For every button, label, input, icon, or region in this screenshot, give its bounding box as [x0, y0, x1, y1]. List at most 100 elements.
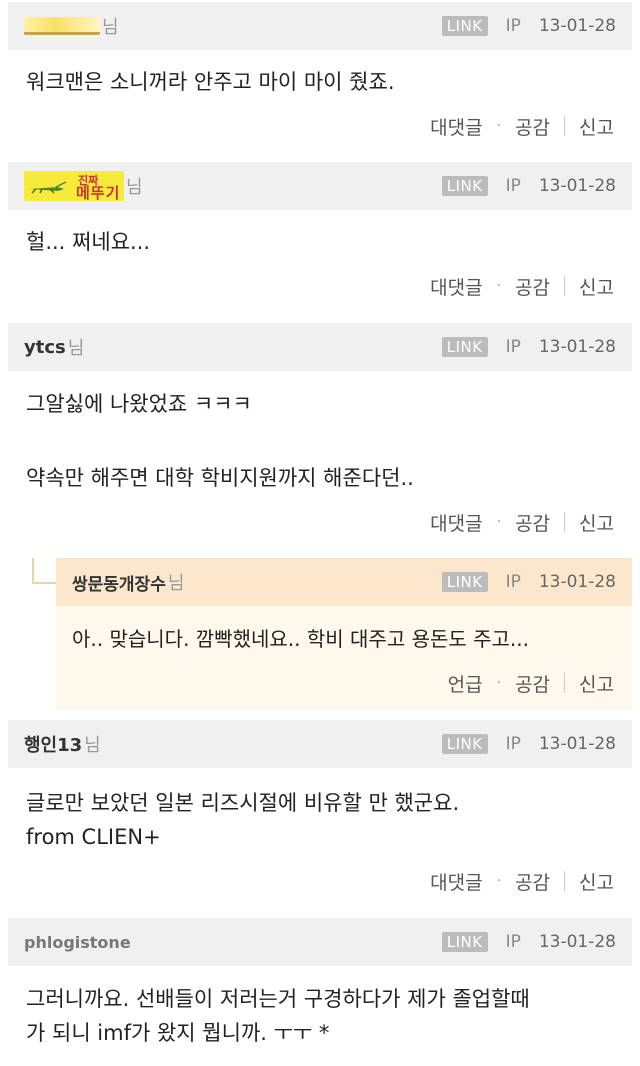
ip-label: IP: [505, 337, 521, 357]
comment-actions: 대댓글 · 공감 신고: [430, 271, 614, 301]
reply-body: 아.. 맞습니다. 깜빡했네요.. 학비 대주고 용돈도 주고...: [72, 622, 529, 656]
comment-meta: LINK IP 13-01-28: [441, 734, 616, 754]
ip-label: IP: [505, 16, 521, 36]
report-button[interactable]: 신고: [579, 670, 614, 697]
nickname-image[interactable]: [24, 17, 100, 35]
comment-header: 님 LINK IP 13-01-28: [8, 2, 632, 50]
comment-body: 글로만 보았던 일본 리즈시절에 비유할 만 했군요. from CLIEN+: [26, 786, 459, 854]
author[interactable]: 진짜 메뚜기 님: [24, 171, 143, 201]
comment-line: 글로만 보았던 일본 리즈시절에 비유할 만 했군요.: [26, 791, 460, 815]
author-suffix: 님: [67, 338, 85, 359]
report-button[interactable]: 신고: [579, 273, 614, 300]
grasshopper-icon: [30, 181, 67, 194]
comment-line: 그러니까요. 선배들이 저러는거 구경하다가 제가 졸업할때: [26, 987, 530, 1011]
like-button[interactable]: 공감: [515, 509, 550, 536]
dot-separator: ·: [496, 675, 502, 691]
link-badge[interactable]: LINK: [441, 176, 488, 196]
comment-meta: LINK IP 13-01-28: [441, 16, 616, 36]
nickname-text-bottom: 메뚜기: [76, 184, 121, 201]
comment-date: 13-01-28: [538, 572, 616, 592]
comment-line: 헐... 쩌네요...: [26, 230, 151, 254]
author[interactable]: phlogistone: [24, 933, 131, 952]
reply-button[interactable]: 대댓글: [430, 113, 482, 140]
author-name[interactable]: phlogistone: [24, 933, 131, 952]
author-suffix: 님: [84, 735, 101, 756]
comment-date: 13-01-28: [538, 932, 616, 952]
comment-line: 아.. 맞습니다. 깜빡했네요.. 학비 대주고 용돈도 주고...: [72, 627, 530, 651]
comment-line: 그알싫에 나왔었죠 ㅋㅋㅋ: [26, 392, 252, 416]
reply-button[interactable]: 대댓글: [430, 273, 482, 300]
author-suffix: 님: [126, 177, 143, 198]
comment-body: 워크맨은 소니꺼라 안주고 마이 마이 줬죠.: [26, 65, 395, 99]
mention-button[interactable]: 언급: [448, 670, 483, 697]
comment: ytcs 님 LINK IP 13-01-28 그알싫에 나왔었죠 ㅋㅋㅋ 약속…: [8, 323, 632, 548]
comment-meta: LINK IP 13-01-28: [441, 932, 616, 952]
comment-date: 13-01-28: [538, 337, 616, 357]
dot-separator: ·: [496, 118, 502, 134]
reply-button[interactable]: 대댓글: [430, 509, 482, 536]
comment-meta: LINK IP 13-01-28: [441, 337, 616, 357]
comment-actions: 대댓글 · 공감 신고: [430, 507, 614, 537]
link-badge[interactable]: LINK: [441, 16, 488, 36]
author[interactable]: ytcs 님: [24, 334, 84, 360]
comment-actions: 대댓글 · 공감 신고: [430, 111, 614, 141]
author-name[interactable]: 쌍문동개장수: [72, 570, 166, 595]
author-name[interactable]: 행인13: [24, 731, 82, 757]
ip-label: IP: [505, 572, 521, 592]
comment-header: 행인13 님 LINK IP 13-01-28: [8, 720, 632, 768]
comment-date: 13-01-28: [538, 734, 616, 754]
comment: phlogistone LINK IP 13-01-28 그러니까요. 선배들이…: [8, 918, 632, 1066]
report-button[interactable]: 신고: [579, 868, 614, 895]
author[interactable]: 쌍문동개장수 님: [72, 569, 184, 595]
reply-button[interactable]: 대댓글: [430, 868, 482, 895]
reply-actions: 언급 · 공감 신고: [448, 668, 614, 698]
divider: [564, 116, 566, 136]
comment: 님 LINK IP 13-01-28 워크맨은 소니꺼라 안주고 마이 마이 줬…: [8, 2, 632, 150]
author-suffix: 님: [167, 573, 185, 594]
comment-header: 진짜 메뚜기 님 LINK IP 13-01-28: [8, 162, 632, 210]
comment-meta: LINK IP 13-01-28: [441, 176, 616, 196]
report-button[interactable]: 신고: [579, 113, 614, 140]
author-name[interactable]: ytcs: [24, 337, 66, 358]
link-badge[interactable]: LINK: [441, 572, 488, 592]
report-button[interactable]: 신고: [579, 509, 614, 536]
link-badge[interactable]: LINK: [441, 734, 488, 754]
comment-date: 13-01-28: [538, 176, 616, 196]
divider: [564, 512, 566, 532]
reply-connector: [32, 558, 56, 584]
comment-meta: LINK IP 13-01-28: [441, 572, 616, 592]
dot-separator: ·: [496, 514, 502, 530]
comment-header: ytcs 님 LINK IP 13-01-28: [8, 323, 632, 371]
like-button[interactable]: 공감: [515, 868, 550, 895]
comment-body: 헐... 쩌네요...: [26, 225, 150, 259]
comment: 진짜 메뚜기 님 LINK IP 13-01-28 헐... 쩌네요... 대댓…: [8, 162, 632, 310]
author[interactable]: 님: [24, 13, 119, 39]
comment-header: phlogistone LINK IP 13-01-28: [8, 918, 632, 966]
like-button[interactable]: 공감: [515, 113, 550, 140]
author-suffix: 님: [102, 17, 119, 38]
like-button[interactable]: 공감: [515, 273, 550, 300]
divider: [564, 276, 566, 296]
ip-label: IP: [505, 176, 521, 196]
ip-label: IP: [505, 932, 521, 952]
reply-comment: 쌍문동개장수 님 LINK IP 13-01-28 아.. 맞습니다. 깜빡했네…: [56, 558, 632, 710]
link-badge[interactable]: LINK: [441, 337, 488, 357]
link-badge[interactable]: LINK: [441, 932, 488, 952]
like-button[interactable]: 공감: [515, 670, 550, 697]
divider: [564, 871, 566, 891]
comment-actions: 대댓글 · 공감 신고: [430, 866, 614, 896]
comment: 행인13 님 LINK IP 13-01-28 글로만 보았던 일본 리즈시절에…: [8, 720, 632, 908]
comment-line: 워크맨은 소니꺼라 안주고 마이 마이 줬죠.: [26, 70, 395, 94]
ip-label: IP: [505, 734, 521, 754]
nickname-image[interactable]: 진짜 메뚜기: [24, 171, 124, 201]
dot-separator: ·: [496, 278, 502, 294]
comment-body: 그알싫에 나왔었죠 ㅋㅋㅋ 약속만 해주면 대학 학비지원까지 해준다던..: [26, 387, 414, 495]
comment-date: 13-01-28: [538, 16, 616, 36]
comment-body: 그러니까요. 선배들이 저러는거 구경하다가 제가 졸업할때 가 되니 imf가…: [26, 982, 530, 1050]
divider: [564, 673, 566, 693]
comment-line: 가 되니 imf가 왔지 뭡니까. ㅜㅜ *: [26, 1021, 330, 1045]
author[interactable]: 행인13 님: [24, 731, 101, 757]
reply-header: 쌍문동개장수 님 LINK IP 13-01-28: [56, 558, 632, 606]
comment-line: from CLIEN+: [26, 825, 161, 849]
